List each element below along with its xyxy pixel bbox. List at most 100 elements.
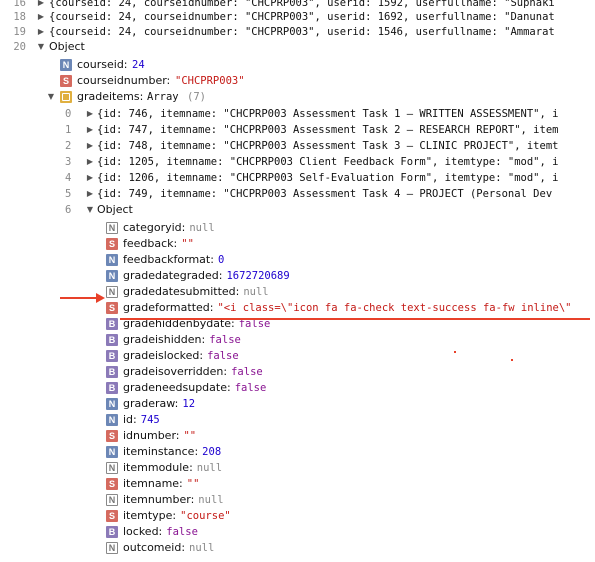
expand-triangle-icon[interactable]: ▶ — [85, 106, 95, 122]
line-number: 20 — [13, 41, 26, 53]
number-type-icon: N — [106, 254, 118, 266]
property-value: 0 — [217, 254, 225, 266]
property-key: courseid: — [77, 58, 128, 71]
property-value: "" — [181, 238, 194, 250]
expand-triangle-icon[interactable]: ▶ — [85, 186, 95, 202]
property-value: "" — [186, 478, 200, 490]
object-preview: {courseid: 24, courseidnumber: "CHCPRP00… — [49, 11, 555, 23]
collapse-triangle-icon[interactable]: ▼ — [46, 89, 56, 105]
property-value: 24 — [132, 59, 145, 71]
property-key: gradeishidden: — [123, 333, 206, 346]
property-value: 1672720689 — [226, 270, 290, 282]
object-preview: {id: 748, itemname: "CHCPRP003 Assessmen… — [97, 140, 559, 152]
object-preview: {id: 749, itemname: "CHCPRP003 Assessmen… — [97, 188, 553, 200]
collapse-triangle-icon[interactable]: ▼ — [85, 202, 95, 218]
annotation-arrowhead — [96, 293, 105, 303]
property-key: gradedatesubmitted: — [123, 285, 240, 298]
property-value: 12 — [182, 398, 196, 410]
property-key: idnumber: — [123, 429, 180, 442]
boolean-type-icon: B — [106, 318, 118, 330]
string-type-icon: S — [106, 238, 118, 250]
line-number: 18 — [13, 11, 26, 23]
string-type-icon: S — [60, 75, 72, 87]
property-key: id: — [123, 413, 137, 426]
array-index: 0 — [65, 108, 72, 120]
annotation-dot — [511, 359, 513, 361]
annotation-underline — [120, 318, 590, 320]
expand-triangle-icon[interactable]: ▶ — [36, 9, 46, 25]
expand-triangle-icon[interactable]: ▶ — [85, 170, 95, 186]
annotation-arrow — [60, 297, 98, 299]
line-number: 19 — [13, 26, 26, 38]
property-key: outcomeid: — [123, 541, 186, 554]
boolean-type-icon: B — [106, 366, 118, 378]
number-type-icon: N — [106, 222, 118, 234]
number-type-icon: N — [106, 462, 118, 474]
number-type-icon: N — [60, 59, 72, 71]
property-key: itemname: — [123, 477, 183, 490]
property-value: "" — [183, 430, 197, 442]
array-index: 6 — [65, 204, 72, 216]
number-type-icon: N — [106, 398, 118, 410]
number-type-icon: N — [106, 286, 118, 298]
array-index: 3 — [65, 156, 72, 168]
property-key: gradedategraded: — [123, 269, 223, 282]
array-count: (7) — [187, 91, 206, 103]
property-value: "CHCPRP003" — [175, 75, 245, 87]
number-type-icon: N — [106, 414, 118, 426]
property-key: feedbackformat: — [123, 253, 214, 266]
expand-triangle-icon[interactable]: ▶ — [85, 138, 95, 154]
number-type-icon: N — [106, 494, 118, 506]
property-value: false — [234, 382, 267, 394]
annotation-dot — [454, 351, 456, 353]
property-key: gradeitems: — [77, 90, 144, 103]
string-type-icon: S — [106, 302, 118, 314]
number-type-icon: N — [106, 542, 118, 554]
array-type-label: Array — [147, 91, 179, 103]
property-key: gradeneedsupdate: — [123, 381, 231, 394]
object-preview: {id: 747, itemname: "CHCPRP003 Assessmen… — [97, 124, 559, 136]
string-type-icon: S — [106, 510, 118, 522]
property-value: false — [209, 334, 241, 346]
property-key: gradeislocked: — [123, 349, 204, 362]
object-label: Object — [97, 203, 133, 216]
property-value: null — [243, 286, 269, 298]
property-value: null — [189, 222, 215, 234]
property-key: iteminstance: — [123, 445, 199, 458]
property-key: itemtype: — [123, 509, 177, 522]
array-index: 5 — [65, 188, 72, 200]
string-type-icon: S — [106, 478, 118, 490]
property-value: false — [166, 526, 198, 538]
expand-triangle-icon[interactable]: ▶ — [85, 154, 95, 170]
boolean-type-icon: B — [106, 334, 118, 346]
array-index: 1 — [65, 124, 72, 136]
property-value: 745 — [140, 414, 160, 426]
property-key: feedback: — [123, 237, 178, 250]
object-preview: {courseid: 24, courseidnumber: "CHCPRP00… — [49, 26, 555, 38]
array-index: 2 — [65, 140, 72, 152]
property-value: false — [207, 350, 239, 362]
array-index: 4 — [65, 172, 72, 184]
number-type-icon: N — [106, 270, 118, 282]
number-type-icon: N — [106, 446, 118, 458]
property-value: "<i class=\"icon fa fa-check text-succes… — [217, 302, 572, 314]
collapse-triangle-icon[interactable]: ▼ — [36, 39, 46, 55]
expand-triangle-icon[interactable]: ▶ — [85, 122, 95, 138]
property-key: locked: — [123, 525, 163, 538]
property-key: itemmodule: — [123, 461, 193, 474]
object-preview: {id: 746, itemname: "CHCPRP003 Assessmen… — [97, 108, 559, 120]
property-value: 208 — [202, 446, 222, 458]
object-type-icon — [60, 91, 72, 103]
string-type-icon: S — [106, 430, 118, 442]
property-key: itemnumber: — [123, 493, 195, 506]
property-key: gradeformatted: — [123, 301, 214, 314]
property-value: null — [198, 494, 224, 506]
object-label: Object — [49, 40, 85, 53]
object-preview: {id: 1205, itemname: "CHCPRP003 Client F… — [97, 156, 559, 168]
property-key: courseidnumber: — [77, 74, 171, 87]
property-value: null — [196, 462, 223, 474]
expand-triangle-icon[interactable]: ▶ — [36, 24, 46, 40]
boolean-type-icon: B — [106, 350, 118, 362]
boolean-type-icon: B — [106, 526, 118, 538]
property-value: "course" — [180, 510, 231, 522]
